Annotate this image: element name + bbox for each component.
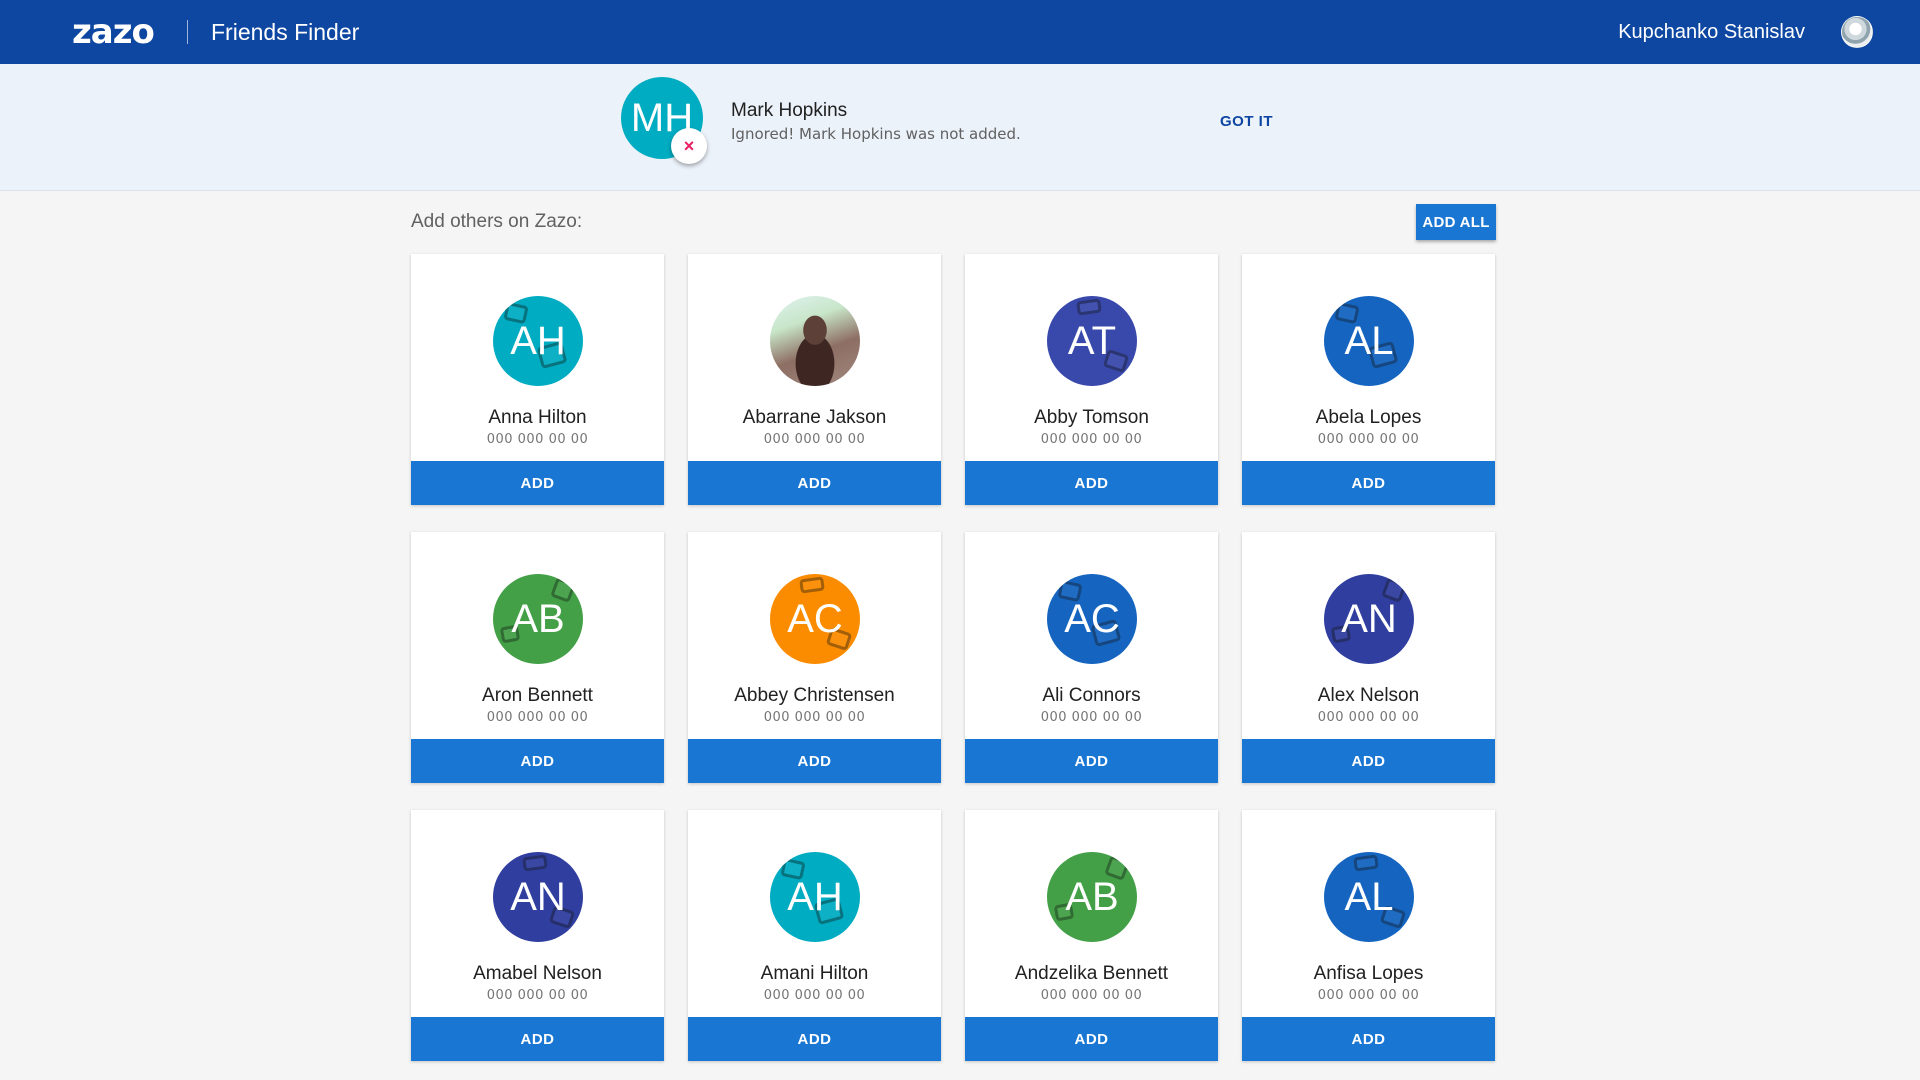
section-title: Add others on Zazo: — [411, 211, 583, 232]
contact-avatar: AC — [770, 574, 860, 664]
add-contact-button[interactable]: ADD — [688, 739, 941, 783]
add-contact-button[interactable]: ADD — [965, 461, 1218, 505]
contact-avatar: AN — [493, 852, 583, 942]
add-contact-button[interactable]: ADD — [411, 461, 664, 505]
avatar-initials: AT — [1067, 319, 1117, 363]
contact-avatar: AL — [1324, 296, 1414, 386]
avatar-initials: AH — [787, 875, 843, 919]
avatar-initials: AH — [510, 319, 566, 363]
contact-card: AN Alex Nelson 000 000 00 00 ADD — [1242, 532, 1495, 783]
contact-avatar: AN — [1324, 574, 1414, 664]
avatar-initials: AC — [1064, 597, 1120, 641]
contact-avatar: AH — [770, 852, 860, 942]
add-all-button[interactable]: ADD ALL — [1416, 204, 1496, 240]
contact-card: AH Amani Hilton 000 000 00 00 ADD — [688, 810, 941, 1061]
contact-name: Abbey Christensen — [734, 685, 895, 706]
contact-phone: 000 000 00 00 — [1317, 710, 1420, 725]
contact-phone: 000 000 00 00 — [486, 710, 589, 725]
avatar-initials: AL — [1344, 875, 1394, 919]
contact-name: Abela Lopes — [1315, 407, 1422, 428]
contact-name: Amabel Nelson — [473, 963, 602, 984]
contact-avatar: AT — [1047, 296, 1137, 386]
avatar-pattern-icon — [1076, 298, 1102, 316]
add-contact-button[interactable]: ADD — [411, 1017, 664, 1061]
contact-name: Abby Tomson — [1034, 407, 1149, 428]
notice-contact-name: Mark Hopkins — [731, 100, 848, 121]
contact-card: AB Aron Bennett 000 000 00 00 ADD — [411, 532, 664, 783]
contact-phone: 000 000 00 00 — [486, 988, 589, 1003]
contact-phone: 000 000 00 00 — [486, 432, 589, 447]
avatar-initials: AB — [1065, 875, 1119, 919]
contact-card: AN Amabel Nelson 000 000 00 00 ADD — [411, 810, 664, 1061]
notice-message: Ignored! Mark Hopkins was not added. — [731, 125, 1021, 143]
contact-card: AH Anna Hilton 000 000 00 00 ADD — [411, 254, 664, 505]
zazo-logo[interactable]: zazo — [72, 12, 155, 52]
avatar-pattern-icon — [522, 854, 548, 872]
contact-card: Abarrane Jakson 000 000 00 00 ADD — [688, 254, 941, 505]
avatar-initials: AN — [510, 875, 566, 919]
contact-name: Anna Hilton — [488, 407, 587, 428]
close-icon: × — [671, 128, 707, 164]
contact-name: Abarrane Jakson — [742, 407, 887, 428]
avatar-initials: AL — [1344, 319, 1394, 363]
contact-name: Ali Connors — [1042, 685, 1141, 706]
ignored-notification: MH × Mark Hopkins Ignored! Mark Hopkins … — [0, 64, 1920, 191]
add-contact-button[interactable]: ADD — [1242, 1017, 1495, 1061]
contact-grid: AH Anna Hilton 000 000 00 00 ADD Abarrane Ja… — [411, 254, 1495, 1061]
contact-avatar: AB — [1047, 852, 1137, 942]
contact-phone: 000 000 00 00 — [763, 710, 866, 725]
contact-phone: 000 000 00 00 — [1040, 710, 1143, 725]
contact-name: Amani Hilton — [760, 963, 869, 984]
add-contact-button[interactable]: ADD — [1242, 461, 1495, 505]
avatar-pattern-icon — [1353, 854, 1379, 872]
contact-avatar: AL — [1324, 852, 1414, 942]
avatar-initials: AC — [787, 597, 843, 641]
user-avatar-icon[interactable] — [1841, 16, 1873, 48]
contact-name: Aron Bennett — [482, 685, 593, 706]
avatar-initials: AN — [1341, 597, 1397, 641]
add-contact-button[interactable]: ADD — [965, 739, 1218, 783]
app-title: Friends Finder — [211, 19, 360, 45]
user-name[interactable]: Kupchanko Stanislav — [1618, 19, 1805, 45]
add-contact-button[interactable]: ADD — [411, 739, 664, 783]
contact-phone: 000 000 00 00 — [763, 988, 866, 1003]
contact-card: AL Anfisa Lopes 000 000 00 00 ADD — [1242, 810, 1495, 1061]
contact-card: AC Abbey Christensen 000 000 00 00 ADD — [688, 532, 941, 783]
header-divider — [187, 20, 188, 44]
contact-phone: 000 000 00 00 — [1317, 432, 1420, 447]
got-it-button[interactable]: GOT IT — [1220, 113, 1273, 130]
contact-phone: 000 000 00 00 — [1040, 432, 1143, 447]
top-app-bar: zazo Friends Finder Kupchanko Stanislav — [0, 0, 1920, 64]
contact-phone: 000 000 00 00 — [763, 432, 866, 447]
add-contact-button[interactable]: ADD — [688, 1017, 941, 1061]
contact-name: Andzelika Bennett — [1014, 963, 1169, 984]
contact-phone: 000 000 00 00 — [1040, 988, 1143, 1003]
contact-photo — [770, 296, 860, 386]
contact-avatar: AB — [493, 574, 583, 664]
add-contact-button[interactable]: ADD — [688, 461, 941, 505]
contact-card: AC Ali Connors 000 000 00 00 ADD — [965, 532, 1218, 783]
contact-card: AT Abby Tomson 000 000 00 00 ADD — [965, 254, 1218, 505]
contact-avatar: AC — [1047, 574, 1137, 664]
contact-avatar: AH — [493, 296, 583, 386]
contact-card: AB Andzelika Bennett 000 000 00 00 ADD — [965, 810, 1218, 1061]
contact-card: AL Abela Lopes 000 000 00 00 ADD — [1242, 254, 1495, 505]
avatar-initials: AB — [511, 597, 565, 641]
add-contact-button[interactable]: ADD — [1242, 739, 1495, 783]
contact-name: Alex Nelson — [1317, 685, 1420, 706]
avatar-pattern-icon — [799, 576, 825, 594]
contact-name: Anfisa Lopes — [1313, 963, 1424, 984]
add-contact-button[interactable]: ADD — [965, 1017, 1218, 1061]
contact-phone: 000 000 00 00 — [1317, 988, 1420, 1003]
